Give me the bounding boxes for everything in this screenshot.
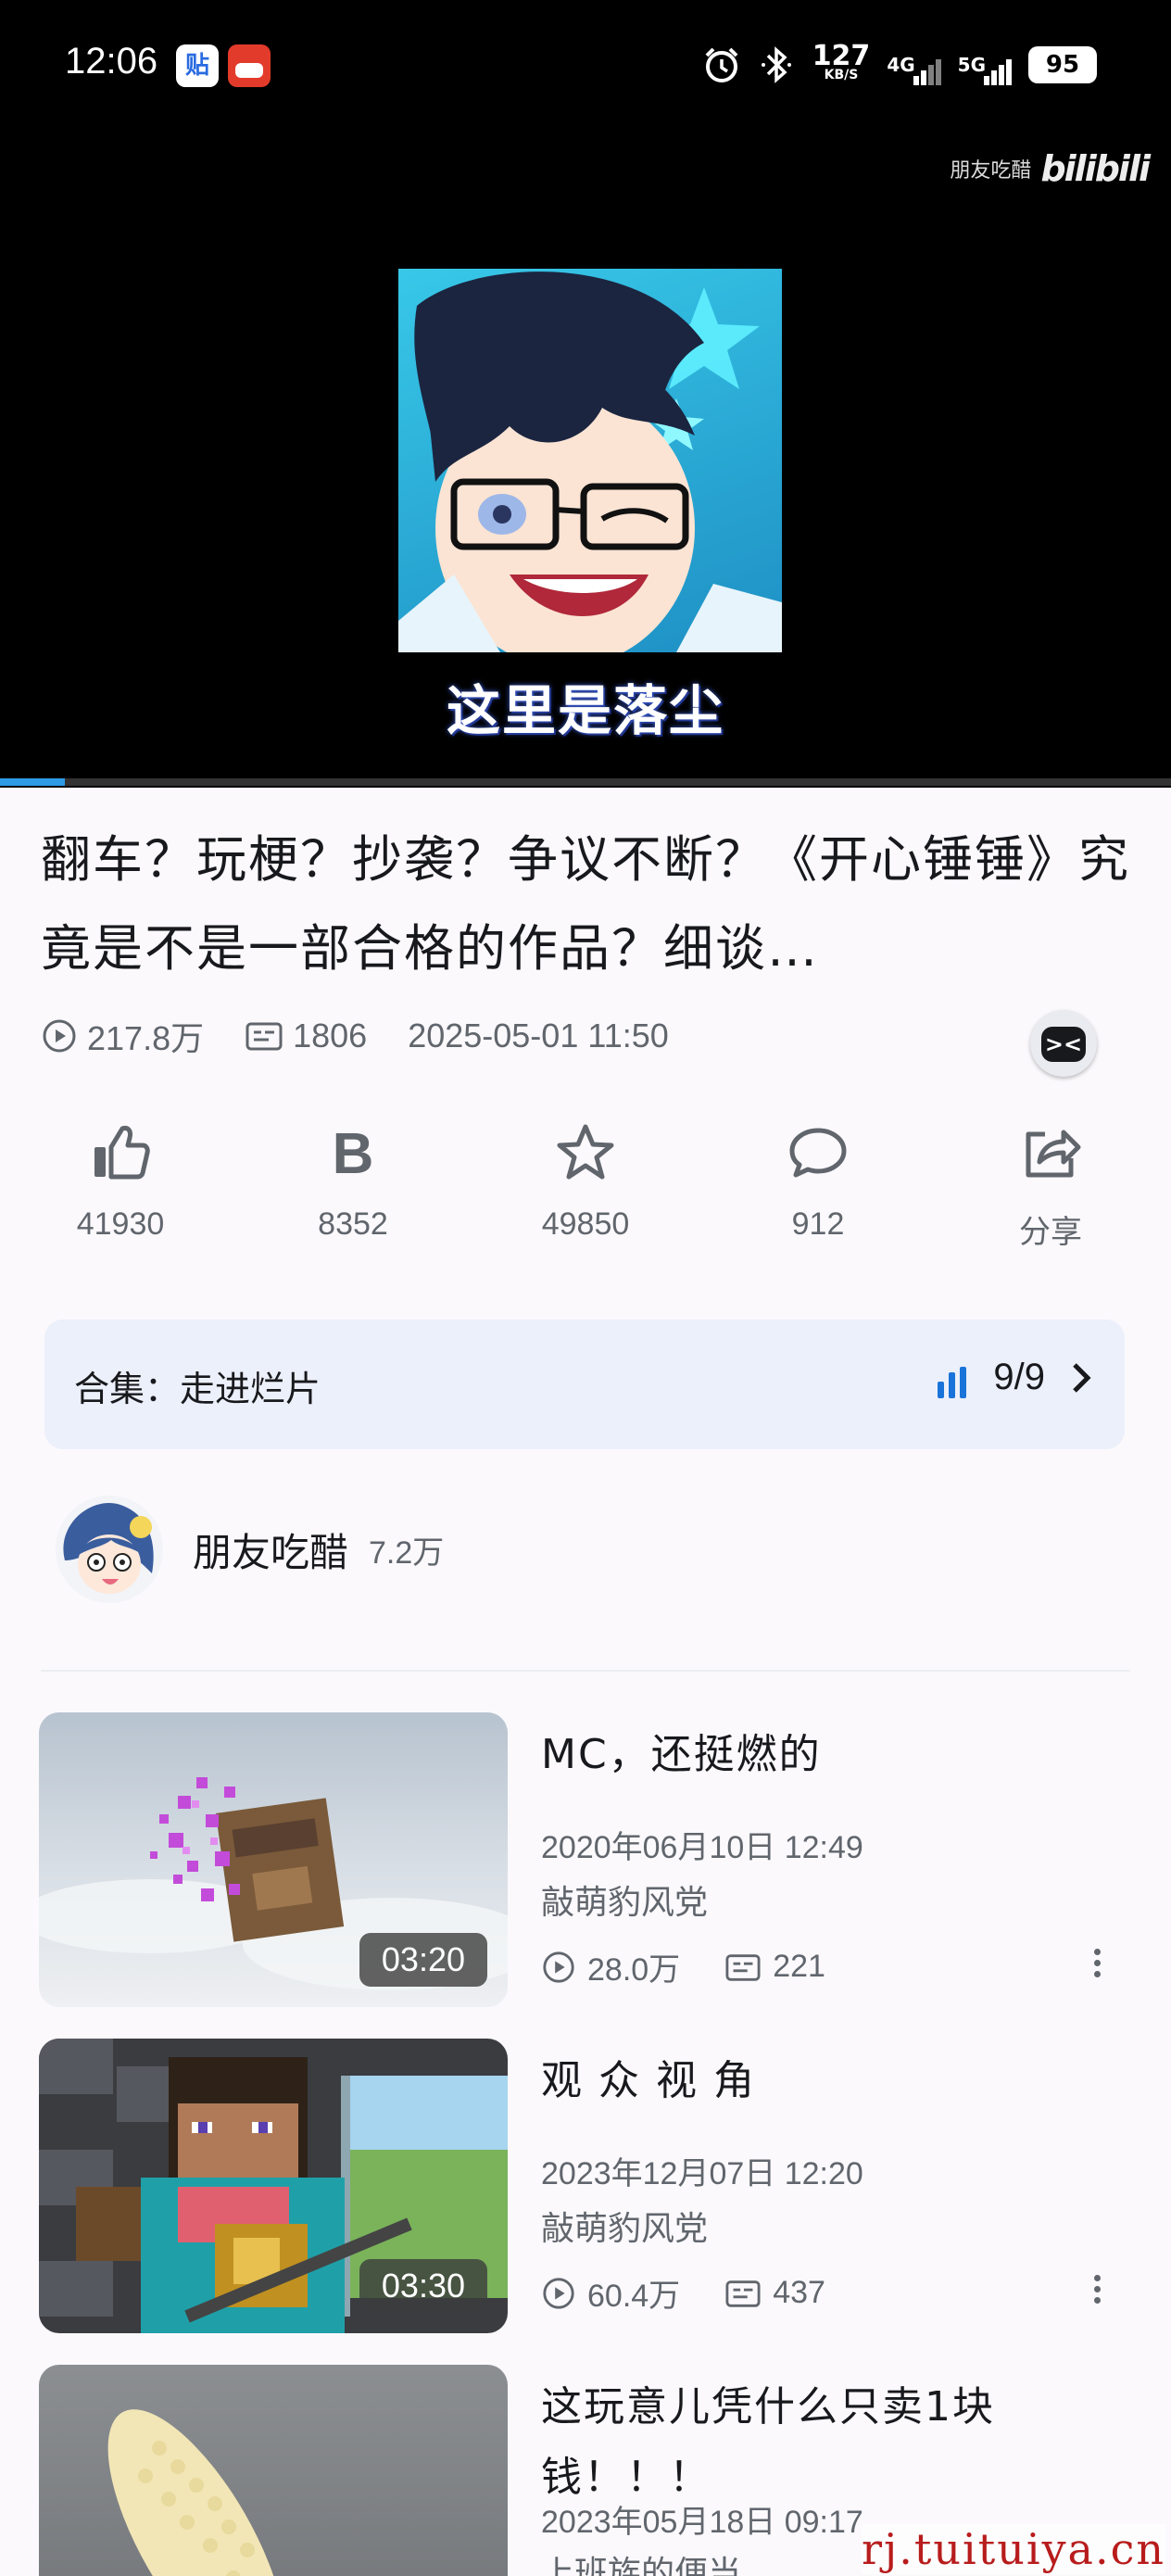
battery-icon: 95	[1028, 46, 1097, 83]
uploader-row[interactable]: 朋友吃醋 7.2万	[56, 1494, 444, 1605]
like-count: 41930	[76, 1206, 165, 1242]
favorite-button[interactable]: 49850	[502, 1121, 669, 1252]
video-progress-fill	[0, 778, 65, 786]
coin-count: 8352	[318, 1206, 388, 1242]
status-bar: 12:06 贴 127 KB/S 4G 5G 95	[0, 0, 1171, 139]
related-author: 敲萌豹风党	[541, 2210, 709, 2248]
related-author: 上班族的便当	[541, 2555, 742, 2576]
related-date: 2020年06月10日 12:49	[541, 1830, 863, 1865]
related-views: 28.0万	[587, 1952, 681, 1988]
site-watermark: rj.tuituiya.cn	[862, 2524, 1165, 2574]
related-author: 敲萌豹风党	[541, 1884, 709, 1922]
comment-count: 912	[791, 1206, 845, 1242]
publish-date: 2025-05-01 11:50	[408, 1017, 669, 1054]
video-frame-image	[398, 269, 782, 652]
share-icon	[1026, 1130, 1081, 1178]
video-meta: 217.8万 1806 2025-05-01 11:50	[41, 1010, 669, 1062]
bilibili-logo: bilibili	[1040, 148, 1151, 189]
svg-text:B: B	[333, 1122, 374, 1184]
related-thumbnail[interactable]: 03:30	[39, 2039, 508, 2333]
bluetooth-icon	[761, 46, 791, 83]
chevron-right-icon	[1073, 1362, 1091, 1393]
watermark-user: 朋友吃醋	[950, 159, 1032, 183]
danmaku-icon	[246, 1022, 283, 1051]
danmaku-stat: 1806	[245, 1017, 367, 1055]
related-title[interactable]: MC，还挺燃的	[541, 1720, 1115, 1790]
uploader-avatar[interactable]	[56, 1496, 163, 1603]
video-progress-bar[interactable]	[0, 778, 1171, 786]
views-count: 217.8万	[87, 1019, 205, 1057]
play-count-icon	[543, 1951, 574, 1983]
related-title[interactable]: 这玩意儿凭什么只卖1块钱！！！	[541, 2372, 1115, 2513]
signal-4g-icon: 4G	[887, 54, 941, 85]
views-stat: 217.8万	[41, 1012, 204, 1060]
like-button[interactable]: 41930	[37, 1121, 204, 1252]
related-thumbnail[interactable]: 03:20	[39, 1712, 508, 2007]
collection-name: 合集：走进烂片	[74, 1369, 321, 1409]
status-icons: 127 KB/S 4G 5G 95	[701, 39, 1097, 91]
related-stats: 28.0万 221	[541, 1944, 825, 1989]
related-video-card[interactable]: 03:20 MC，还挺燃的 2020年06月10日 12:49 敲萌豹风党 28…	[39, 1712, 1132, 2007]
related-stats: 60.4万 437	[541, 2270, 825, 2316]
danmaku-icon	[725, 2279, 761, 2307]
coin-icon: B	[333, 1122, 374, 1184]
alarm-icon	[705, 47, 738, 82]
uploader-name[interactable]: 朋友吃醋	[193, 1522, 348, 1578]
ai-assistant-button[interactable]: ><	[1030, 1010, 1097, 1077]
related-video-card[interactable]: 03:30 观 众 视 角 2023年12月07日 12:20 敲萌豹风党 60…	[39, 2039, 1132, 2333]
video-title[interactable]: 翻车？玩梗？抄袭？争议不断？《开心锤锤》究竟是不是一部合格的作品？细谈…	[41, 815, 1134, 993]
play-count-icon	[543, 2277, 574, 2309]
uploader-fans: 7.2万	[369, 1534, 445, 1571]
signal-5g-icon: 5G	[958, 54, 1012, 85]
star-icon	[557, 1124, 614, 1180]
video-watermark: 朋友吃醋 bilibili	[950, 148, 1151, 189]
danmaku-icon	[725, 1953, 761, 1981]
status-time: 12:06	[65, 41, 158, 82]
video-subtitle: 这里是落尘	[446, 679, 724, 742]
share-label: 分享	[1019, 1215, 1082, 1250]
favorite-count: 49850	[541, 1206, 630, 1242]
danmaku-count: 1806	[293, 1017, 368, 1054]
related-thumbnail[interactable]	[39, 2365, 508, 2576]
related-views: 60.4万	[587, 2279, 681, 2314]
ai-assistant-icon: ><	[1044, 1031, 1083, 1057]
related-danmaku: 221	[773, 1949, 825, 1984]
play-count-icon	[43, 1019, 76, 1053]
collection-episode: 9/9	[993, 1357, 1045, 1397]
action-bar: 41930 B 8352 49850 912 分享	[37, 1121, 1134, 1252]
comment-icon	[789, 1128, 847, 1178]
related-date: 2023年05月18日 09:17	[541, 2505, 863, 2540]
playing-equalizer-icon	[938, 1357, 971, 1398]
notification-app-icon-2	[228, 44, 271, 87]
video-player[interactable]: 12:06 贴 127KB/S 4G 5G 95 朋友吃醋 bilibili	[0, 0, 1171, 788]
network-speed: 127 KB/S	[812, 40, 871, 83]
collection-bar[interactable]: 合集：走进烂片 9/9	[44, 1320, 1125, 1449]
related-date: 2023年12月07日 12:20	[541, 2156, 863, 2191]
collection-progress: 9/9	[938, 1357, 1095, 1398]
video-duration: 03:20	[359, 1933, 487, 1987]
more-options-icon[interactable]	[1088, 2272, 1106, 2309]
related-danmaku: 437	[773, 2275, 825, 2310]
divider	[41, 1670, 1130, 1672]
coin-button[interactable]: B 8352	[270, 1121, 436, 1252]
related-title[interactable]: 观 众 视 角	[541, 2046, 1115, 2116]
more-options-icon[interactable]	[1088, 1946, 1106, 1983]
share-button[interactable]: 分享	[967, 1121, 1134, 1252]
notification-app-icon: 贴	[176, 44, 219, 87]
thumbs-up-icon	[94, 1126, 150, 1180]
comment-button[interactable]: 912	[735, 1121, 901, 1252]
video-duration: 03:30	[359, 2259, 487, 2313]
